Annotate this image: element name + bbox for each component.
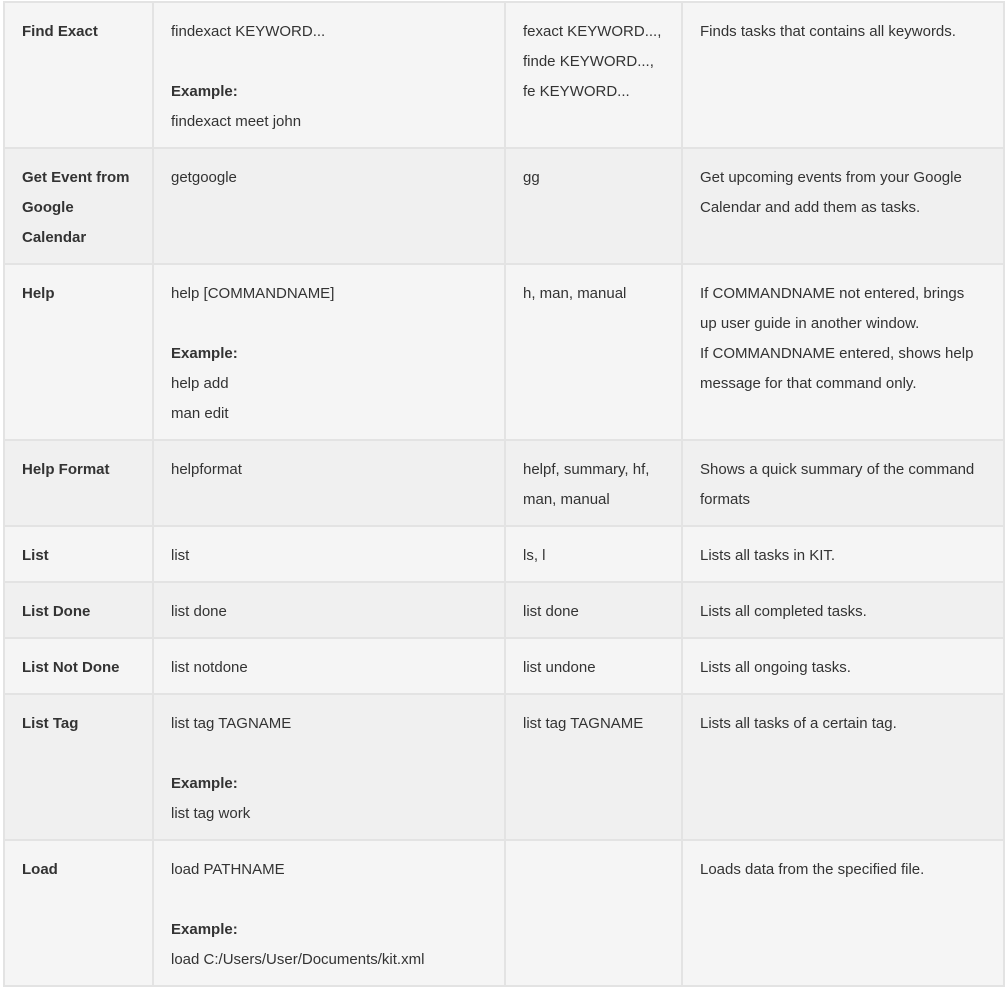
command-name: Get Event from Google Calendar	[22, 169, 130, 246]
description-cell: Shows a quick summary of the command for…	[681, 439, 1005, 527]
description-text: Loads data from the specified file.	[700, 861, 925, 878]
command-name: Load	[22, 861, 58, 878]
example-label: Example:	[171, 83, 238, 100]
command-format-cell: help [COMMANDNAME] Example: help add man ed…	[152, 263, 506, 441]
table-row: Find Exact findexact KEYWORD... Example: fi…	[3, 1, 1005, 149]
shortcut-text: fe KEYWORD...	[523, 83, 630, 100]
command-name: List	[22, 547, 49, 564]
description-text: Get upcoming events from your Google Cal…	[700, 169, 962, 216]
command-summary: Find Exact findexact KEYWORD... Example: fi…	[0, 0, 1006, 987]
description-cell: Loads data from the specified file.	[681, 839, 1005, 987]
shortcut-cell: list undone	[504, 637, 683, 695]
command-format: list notdone	[171, 659, 248, 676]
command-format-cell: list	[152, 525, 506, 583]
example-label: Example:	[171, 921, 238, 938]
table-row: Load load PATHNAME Example: load C:/Users/U…	[3, 839, 1005, 987]
command-format-cell: helpformat	[152, 439, 506, 527]
description-text: If COMMANDNAME not entered, brings up us…	[700, 285, 965, 332]
command-name-cell: List Not Done	[3, 637, 154, 695]
example-text: findexact meet john	[171, 113, 302, 130]
table-row: List Not Done list notdone list undone List…	[3, 637, 1005, 695]
example-text: man edit	[171, 405, 229, 422]
shortcut-text: list tag TAGNAME	[523, 715, 644, 732]
shortcut-text: h, man, manual	[523, 285, 627, 302]
command-format: list done	[171, 603, 227, 620]
command-name-cell: List Tag	[3, 693, 154, 841]
command-name-cell: Get Event from Google Calendar	[3, 147, 154, 265]
command-table: Find Exact findexact KEYWORD... Example: fi…	[3, 1, 1005, 987]
command-name: Help	[22, 285, 55, 302]
description-cell: Lists all tasks of a certain tag.	[681, 693, 1005, 841]
shortcut-cell: h, man, manual	[504, 263, 683, 441]
command-format: list tag TAGNAME	[171, 715, 292, 732]
shortcut-text: list done	[523, 603, 579, 620]
command-format: help [COMMANDNAME]	[171, 285, 335, 302]
command-format-cell: list done	[152, 581, 506, 639]
shortcut-text: helpf, summary, hf, man, manual	[523, 461, 650, 508]
description-text: Lists all completed tasks.	[700, 603, 867, 620]
shortcut-cell: helpf, summary, hf, man, manual	[504, 439, 683, 527]
table-row: Help Format helpformat helpf, summary, hf,…	[3, 439, 1005, 527]
description-text: Lists all ongoing tasks.	[700, 659, 851, 676]
command-format-cell: getgoogle	[152, 147, 506, 265]
description-cell: Get upcoming events from your Google Cal…	[681, 147, 1005, 265]
command-format: list	[171, 547, 190, 564]
description-cell: Lists all ongoing tasks.	[681, 637, 1005, 695]
shortcut-cell: list done	[504, 581, 683, 639]
description-cell: If COMMANDNAME not entered, brings up us…	[681, 263, 1005, 441]
command-name: Find Exact	[22, 23, 98, 40]
example-text: help add	[171, 375, 229, 392]
description-text: Lists all tasks in KIT.	[700, 547, 836, 564]
shortcut-text: fexact KEYWORD...,	[523, 23, 662, 40]
command-format: helpformat	[171, 461, 242, 478]
shortcut-text: list undone	[523, 659, 596, 676]
shortcut-cell: ls, l	[504, 525, 683, 583]
command-format: findexact KEYWORD...	[171, 23, 326, 40]
shortcut-cell: fexact KEYWORD..., finde KEYWORD..., fe KE…	[504, 1, 683, 149]
table-row: Get Event from Google Calendar getgoogle g…	[3, 147, 1005, 265]
command-name: Help Format	[22, 461, 110, 478]
command-table-body: Find Exact findexact KEYWORD... Example: fi…	[3, 1, 1005, 987]
shortcut-cell	[504, 839, 683, 987]
example-text: load C:/Users/User/Documents/kit.xml	[171, 951, 425, 968]
command-name-cell: Help	[3, 263, 154, 441]
description-text: Lists all tasks of a certain tag.	[700, 715, 897, 732]
shortcut-text: finde KEYWORD...,	[523, 53, 654, 70]
command-name: List Not Done	[22, 659, 120, 676]
command-format-cell: findexact KEYWORD... Example: findexact me…	[152, 1, 506, 149]
command-name: List Tag	[22, 715, 79, 732]
description-cell: Lists all completed tasks.	[681, 581, 1005, 639]
table-row: List list ls, l Lists all tasks in KIT.	[3, 525, 1005, 583]
description-text: Shows a quick summary of the command for…	[700, 461, 975, 508]
command-format-cell: list notdone	[152, 637, 506, 695]
table-row: List Tag list tag TAGNAME Example: list tag…	[3, 693, 1005, 841]
description-text: If COMMANDNAME entered, shows help messa…	[700, 345, 974, 392]
command-name-cell: Load	[3, 839, 154, 987]
shortcut-text: gg	[523, 169, 540, 186]
command-name-cell: Find Exact	[3, 1, 154, 149]
command-name-cell: List Done	[3, 581, 154, 639]
example-label: Example:	[171, 775, 238, 792]
command-format-cell: load PATHNAME Example: load C:/Users/User/…	[152, 839, 506, 987]
table-row: Help help [COMMANDNAME] Example: help add ma…	[3, 263, 1005, 441]
example-text: list tag work	[171, 805, 251, 822]
command-format: load PATHNAME	[171, 861, 285, 878]
shortcut-cell: gg	[504, 147, 683, 265]
command-format-cell: list tag TAGNAME Example: list tag work	[152, 693, 506, 841]
table-row: List Done list done list done Lists all com…	[3, 581, 1005, 639]
example-label: Example:	[171, 345, 238, 362]
command-format: getgoogle	[171, 169, 237, 186]
description-text: Finds tasks that contains all keywords.	[700, 23, 956, 40]
description-cell: Finds tasks that contains all keywords.	[681, 1, 1005, 149]
command-name-cell: List	[3, 525, 154, 583]
command-name: List Done	[22, 603, 91, 620]
description-cell: Lists all tasks in KIT.	[681, 525, 1005, 583]
command-name-cell: Help Format	[3, 439, 154, 527]
shortcut-text: ls, l	[523, 547, 546, 564]
shortcut-cell: list tag TAGNAME	[504, 693, 683, 841]
